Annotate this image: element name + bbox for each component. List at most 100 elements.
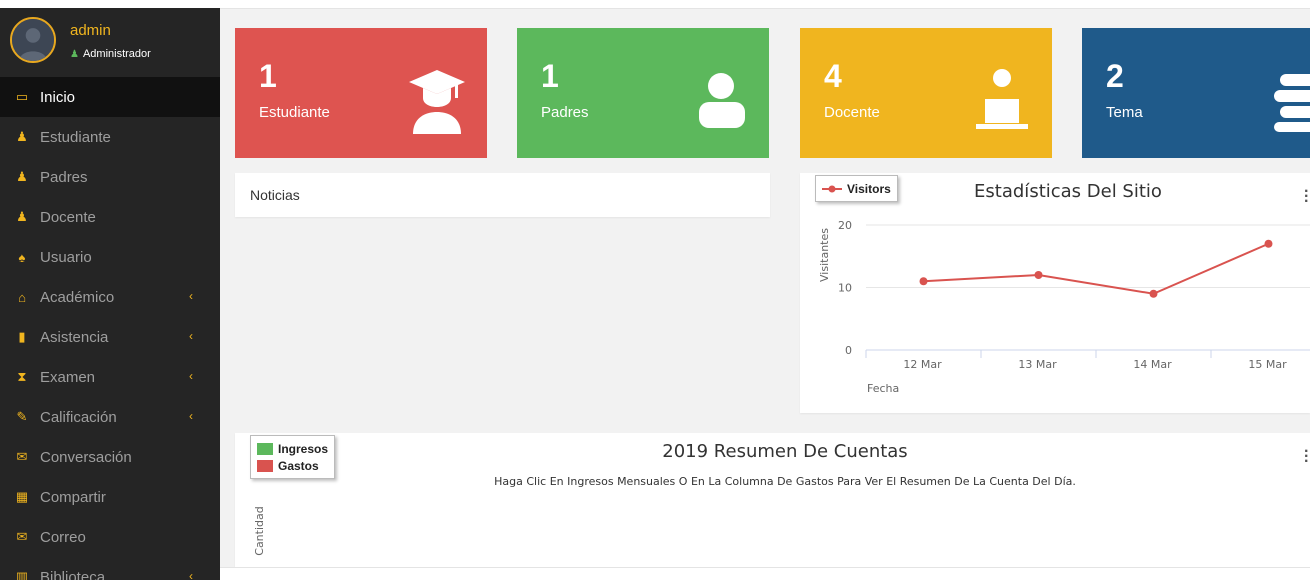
data-point: [919, 277, 928, 286]
chevron-left-icon: ‹: [189, 329, 193, 343]
user-role: ♟ Administrador: [70, 48, 151, 60]
legend-item-gastos[interactable]: Gastos: [257, 457, 328, 474]
chevron-left-icon: ‹: [189, 569, 193, 580]
accounts-summary-chart: 2019 Resumen De Cuentas Haga Clic En Ingr…: [253, 441, 1076, 556]
sidebar-item-label: Usuario: [40, 248, 92, 266]
chart-menu-icon[interactable]: · · ·: [1304, 184, 1309, 210]
x-tick-label: 14 Mar: [1133, 358, 1172, 371]
series-line-visitors: [923, 242, 1269, 295]
legend-line-marker: [822, 185, 842, 192]
graduate-icon: ♟: [16, 129, 28, 144]
chevron-left-icon: ‹: [189, 369, 193, 383]
sidebar-item-label: Padres: [40, 168, 88, 186]
sidebar-item-examen[interactable]: ⧗ Examen ‹: [0, 357, 220, 397]
teacher-icon: ♟: [16, 209, 28, 224]
stat-label: Docente: [824, 104, 880, 121]
legend-label: Visitors: [847, 181, 891, 196]
news-title: Noticias: [250, 187, 300, 203]
chart-legend[interactable]: Ingresos Gastos: [250, 435, 336, 479]
stat-count: 4: [824, 58, 842, 94]
sidebar-menu: ▭ Inicio ♟ Estudiante ♟ Padres ♟ Docente ♠ Usuari…: [0, 77, 220, 580]
chart-title: 2019 Resumen De Cuentas: [662, 441, 907, 462]
sidebar-item-label: Calificación: [40, 408, 117, 426]
book-icon: ▥: [15, 569, 29, 580]
sidebar-item-label: Académico: [40, 288, 115, 306]
sidebar-item-label: Docente: [40, 208, 96, 226]
building-icon: ⌂: [18, 289, 26, 305]
user-profile: admin ♟ Administrador: [0, 8, 220, 77]
sidebar-item-asistencia[interactable]: ▮ Asistencia ‹: [0, 317, 220, 357]
data-point: [1034, 271, 1043, 279]
footer-bar: [220, 567, 1310, 580]
sidebar-item-correo[interactable]: ✉ Correo: [0, 517, 220, 557]
sidebar-item-inicio[interactable]: ▭ Inicio: [0, 77, 220, 117]
data-point: [1264, 239, 1273, 248]
x-tick-label: 15 Mar: [1248, 358, 1287, 371]
legend-swatch: [257, 442, 273, 455]
stat-card-estudiante[interactable]: 1 Estudiante: [235, 28, 487, 158]
sidebar-item-label: Estudiante: [40, 128, 111, 146]
avatar[interactable]: [10, 17, 56, 63]
chart-legend[interactable]: Visitors: [815, 175, 898, 202]
username[interactable]: admin: [70, 22, 111, 39]
laptop-icon: ▭: [15, 89, 29, 104]
sidebar-item-conversacion[interactable]: ✉ Conversación: [0, 437, 220, 477]
stat-card-docente[interactable]: 4 Docente: [800, 28, 1052, 158]
clipboard-icon: ▮: [18, 329, 26, 344]
sidebar-item-padres[interactable]: ♟ Padres: [0, 157, 220, 197]
x-axis-title: Fecha: [867, 382, 899, 395]
hourglass-icon: ⧗: [17, 369, 27, 384]
top-bar: [0, 0, 1310, 8]
edit-icon: ✎: [16, 409, 28, 424]
y-tick-label: 0: [845, 344, 852, 357]
y-tick-label: 10: [838, 282, 852, 295]
accounts-summary-panel: 2019 Resumen De Cuentas Haga Clic En Ingr…: [235, 433, 1310, 567]
sidebar-item-label: Compartir: [40, 488, 106, 506]
legend-swatch: [257, 459, 273, 472]
sidebar-item-label: Examen: [40, 368, 96, 386]
user-icon: ♟: [70, 48, 79, 60]
site-stats-chart: Estadísticas Del Sitio 0 10 20 12 Mar 13 Mar 1…: [818, 181, 1310, 395]
film-icon: ▦: [15, 489, 29, 504]
user-icon: [699, 73, 745, 128]
sidebar: admin ♟ Administrador ▭ Inicio ♟ Estudiante…: [0, 8, 220, 580]
x-tick-label: 13 Mar: [1018, 358, 1057, 371]
stat-card-tema[interactable]: 2 Tema: [1082, 28, 1310, 158]
stat-label: Padres: [541, 104, 589, 121]
chevron-left-icon: ‹: [189, 289, 193, 303]
stat-card-padres[interactable]: 1 Padres: [517, 28, 769, 158]
envelope-open-icon: ✉: [16, 529, 28, 544]
users-icon: ♠: [18, 249, 26, 265]
stat-count: 1: [259, 58, 277, 94]
data-point: [1149, 289, 1158, 298]
chart-menu-icon[interactable]: · · ·: [1304, 444, 1309, 470]
sidebar-item-calificacion[interactable]: ✎ Calificación ‹: [0, 397, 220, 437]
legend-item-visitors[interactable]: Visitors: [822, 180, 891, 197]
teacher-icon: [976, 69, 1028, 129]
sidebar-item-estudiante[interactable]: ♟ Estudiante: [0, 117, 220, 157]
legend-item-ingresos[interactable]: Ingresos: [257, 440, 328, 457]
sidebar-item-docente[interactable]: ♟ Docente: [0, 197, 220, 237]
sidebar-item-biblioteca[interactable]: ▥ Biblioteca ‹: [0, 557, 220, 580]
sidebar-item-label: Correo: [40, 528, 86, 546]
stat-label: Tema: [1106, 104, 1143, 121]
avatar-silhouette-icon: [12, 19, 54, 61]
stat-count: 2: [1106, 58, 1124, 94]
y-axis-title: Cantidad: [253, 506, 266, 555]
chevron-left-icon: ‹: [189, 409, 193, 423]
sidebar-item-academico[interactable]: ⌂ Académico ‹: [0, 277, 220, 317]
sidebar-item-usuario[interactable]: ♠ Usuario: [0, 237, 220, 277]
sidebar-item-label: Conversación: [40, 448, 132, 466]
x-tick-label: 12 Mar: [903, 358, 942, 371]
sidebar-item-compartir[interactable]: ▦ Compartir: [0, 477, 220, 517]
user-role-label: Administrador: [82, 48, 151, 60]
y-axis-title: Visitantes: [818, 228, 831, 282]
legend-label: Ingresos: [278, 441, 329, 456]
chart-title: Estadísticas Del Sitio: [974, 181, 1162, 202]
stat-label: Estudiante: [259, 104, 330, 121]
envelope-icon: ✉: [16, 449, 28, 464]
sidebar-item-label: Biblioteca: [40, 568, 106, 580]
user-icon: ♟: [16, 169, 28, 184]
y-tick-label: 20: [838, 219, 852, 232]
chart-subtitle: Haga Clic En Ingresos Mensuales O En La …: [494, 475, 1076, 488]
